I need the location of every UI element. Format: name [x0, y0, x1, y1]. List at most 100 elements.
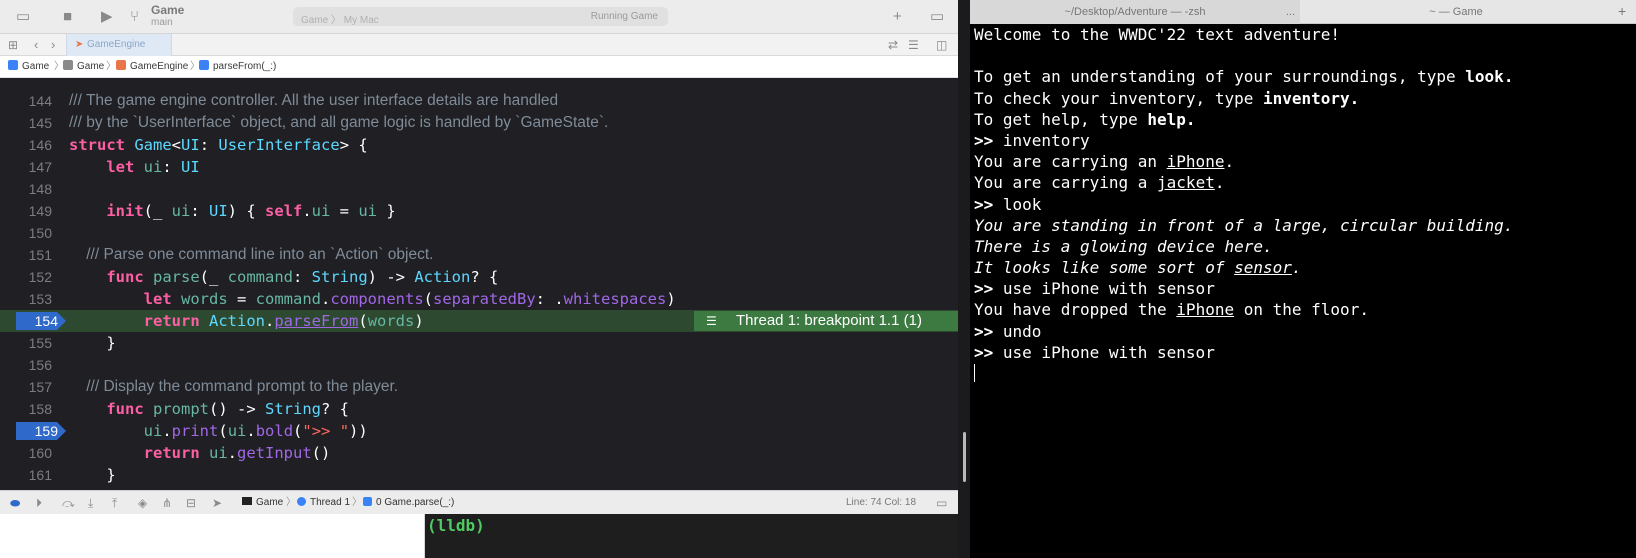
- terminal-output[interactable]: Welcome to the WWDC'22 text adventure! T…: [974, 24, 1634, 384]
- terminal-line: To check your inventory, type inventory.: [974, 88, 1360, 108]
- breakpoint-marker[interactable]: 154: [16, 312, 66, 330]
- terminal-window: ~/Desktop/Adventure — -zsh ... ~ — Game …: [970, 0, 1636, 558]
- back-icon[interactable]: ‹: [34, 36, 38, 54]
- code-line: 145/// by the `UserInterface` object, an…: [28, 114, 609, 131]
- environment-overrides-icon[interactable]: ⊟: [186, 491, 196, 515]
- xcode-window: ▭ ■ ▶ ⑂ Game main Game 〉 My Mac Running …: [0, 0, 958, 558]
- code-text: let words = command.components(separated…: [143, 290, 676, 308]
- code-line: 155 }: [28, 334, 116, 352]
- terminal-line: To get an understanding of your surround…: [974, 67, 1514, 87]
- code-text: init(_ ui: UI) { self.ui = ui }: [106, 202, 396, 220]
- debug-crumb-thread[interactable]: Thread 1: [297, 491, 350, 515]
- breakpoint-marker[interactable]: 159: [16, 422, 66, 440]
- grid-icon[interactable]: ⊞: [8, 36, 18, 54]
- code-line: 153 let words = command.components(separ…: [28, 290, 676, 308]
- debug-crumb-process[interactable]: Game: [242, 491, 283, 515]
- tab-gameengine[interactable]: ➤ GameEngine: [66, 34, 172, 56]
- chevron-right-icon: 〉: [352, 497, 362, 508]
- code-line: 151 /// Parse one command line into an `…: [28, 246, 434, 263]
- terminal-tab-game[interactable]: ~ — Game: [1301, 0, 1611, 24]
- current-line-highlight: 154 return Action.parseFrom(words) ☰ Thr…: [0, 310, 958, 332]
- terminal-tabbar: ~/Desktop/Adventure — -zsh ... ~ — Game …: [970, 0, 1636, 24]
- breakpoints-toggle-icon[interactable]: ⬬: [10, 491, 20, 515]
- terminal-cursor-line[interactable]: [974, 363, 1634, 384]
- location-icon[interactable]: ➤: [212, 491, 222, 515]
- terminal-line: There is a glowing device here.: [974, 236, 1273, 256]
- continue-icon[interactable]: ⏵: [36, 491, 42, 515]
- new-tab-icon[interactable]: +: [1618, 3, 1626, 19]
- add-icon[interactable]: +: [893, 8, 902, 26]
- activity-view: Game 〉 My Mac Running Game: [293, 7, 668, 26]
- step-out-icon[interactable]: ⤒: [112, 491, 117, 515]
- code-line: 148: [28, 181, 52, 197]
- terminal-line: You are standing in front of a large, ci…: [974, 215, 1514, 235]
- tab-label: GameEngine: [87, 39, 146, 50]
- debug-view-hierarchy-icon[interactable]: ◈: [138, 491, 147, 515]
- thread-breakpoint-badge[interactable]: ☰ Thread 1: breakpoint 1.1 (1): [694, 311, 958, 331]
- stop-icon[interactable]: ■: [63, 8, 72, 26]
- terminal-line: It looks like some sort of sensor.: [974, 258, 1302, 278]
- code-text: return ui.getInput(): [143, 444, 331, 462]
- thread-icon: [297, 497, 306, 506]
- terminal-line: >> undo: [974, 321, 1042, 341]
- code-line: 156: [28, 357, 52, 373]
- memory-graph-icon[interactable]: ⋔: [162, 491, 172, 515]
- debug-console[interactable]: (lldb): [425, 514, 958, 558]
- debug-crumb-frame[interactable]: 0 Game.parse(_:): [363, 491, 454, 515]
- jumpbar-item-file[interactable]: GameEngine: [116, 56, 188, 78]
- frame-icon: [363, 497, 372, 506]
- code-line: 144/// The game engine controller. All t…: [28, 92, 559, 109]
- code-line: 159 ui.print(ui.bold(">> ")): [0, 420, 958, 442]
- jumpbar-item-project[interactable]: Game: [8, 56, 49, 78]
- code-line: 147 let ui: UI: [28, 158, 200, 176]
- code-text: return Action.parseFrom(words): [143, 312, 424, 330]
- scheme-name[interactable]: Game: [151, 3, 184, 17]
- code-line: 158 func prompt() -> String? {: [28, 400, 349, 418]
- split-gap: [958, 0, 970, 558]
- forward-icon[interactable]: ›: [51, 36, 55, 54]
- thread-breakpoint-label: Thread 1: breakpoint 1.1 (1): [736, 312, 922, 329]
- chevron-right-icon: 〉: [106, 61, 116, 72]
- scheme-branch: main: [151, 17, 173, 28]
- swift-file-icon: ➤: [75, 39, 84, 50]
- terminal-line: You are carrying an iPhone.: [974, 152, 1235, 172]
- lldb-prompt: (lldb): [427, 516, 485, 535]
- code-line: 146 struct Game<UI: UserInterface> {: [28, 136, 368, 154]
- terminal-line: You have dropped the iPhone on the floor…: [974, 300, 1369, 320]
- inspector-toggle-icon[interactable]: ▭: [930, 8, 944, 26]
- jumpbar-item-folder[interactable]: Game: [63, 56, 104, 78]
- resize-handle[interactable]: [963, 432, 966, 482]
- step-over-icon[interactable]: ⤼: [62, 491, 75, 515]
- refresh-icon[interactable]: ⇄: [888, 36, 898, 54]
- terminal-line: >> inventory: [974, 130, 1090, 150]
- activity-status: Running Game: [590, 11, 658, 22]
- code-text: ui.print(ui.bold(">> ")): [143, 422, 368, 440]
- folder-icon: [63, 60, 73, 70]
- terminal-line: Welcome to the WWDC'22 text adventure!: [974, 25, 1341, 44]
- jump-bar: Game 〉 Game 〉 GameEngine 〉 parseFrom(_:): [0, 56, 958, 78]
- jumpbar-item-method[interactable]: parseFrom(_:): [199, 56, 276, 78]
- code-line: 152 func parse(_ command: String) -> Act…: [28, 268, 499, 286]
- xcode-toolbar: ▭ ■ ▶ ⑂ Game main Game 〉 My Mac Running …: [0, 0, 958, 34]
- terminal-line: >> use iPhone with sensor: [974, 279, 1215, 299]
- run-icon[interactable]: ▶: [101, 8, 113, 26]
- source-editor[interactable]: 144/// The game engine controller. All t…: [0, 79, 958, 489]
- chevron-right-icon: 〉: [286, 497, 296, 508]
- sidebar-toggle-icon[interactable]: ▭: [16, 8, 30, 26]
- code-text: func parse(_ command: String) -> Action?…: [106, 268, 499, 286]
- tab-overflow[interactable]: ...: [1286, 0, 1295, 24]
- run-destination[interactable]: Game 〉 My Mac: [301, 11, 379, 26]
- code-text: let ui: UI: [106, 158, 200, 176]
- step-into-icon[interactable]: ⤓: [88, 491, 93, 515]
- branch-icon: ⑂: [130, 8, 140, 25]
- split-editor-icon[interactable]: ◫: [936, 36, 947, 54]
- cursor-position: Line: 74 Col: 18: [846, 497, 917, 508]
- variables-view[interactable]: [0, 514, 424, 558]
- code-line: 161 }: [28, 466, 116, 484]
- app-icon: [8, 60, 18, 70]
- terminal-line: To get help, type help.: [974, 109, 1196, 129]
- editor-options-icon[interactable]: ☰: [908, 36, 919, 54]
- console-toggle-icon[interactable]: ▭: [936, 491, 947, 515]
- terminal-tab-zsh[interactable]: ~/Desktop/Adventure — -zsh: [970, 0, 1300, 24]
